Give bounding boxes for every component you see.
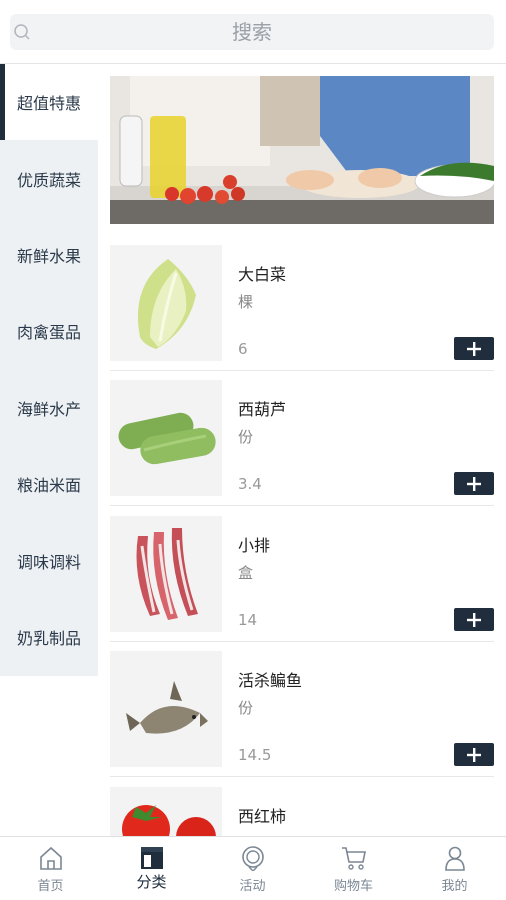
sidebar-item-label: 海鲜水产 [16, 400, 81, 419]
product-name: 小排 [238, 536, 271, 555]
tab-label: 分类 [136, 873, 167, 891]
plus-icon [467, 747, 481, 762]
product-name: 西葫芦 [238, 400, 287, 419]
product-unit: 份 [238, 699, 254, 717]
product-unit: 棵 [238, 293, 254, 311]
add-to-cart-button[interactable] [454, 608, 494, 631]
tab-cart[interactable]: 购物车 [303, 837, 404, 900]
sidebar-item-label: 优质蔬菜 [16, 171, 81, 190]
search-box[interactable] [10, 14, 494, 50]
sidebar-item-label: 调味调料 [16, 553, 81, 572]
sidebar-item-deals[interactable]: 超值特惠 [0, 64, 98, 140]
user-icon [445, 846, 465, 871]
home-icon [40, 846, 62, 870]
tab-profile[interactable]: 我的 [404, 837, 505, 900]
tab-category[interactable]: 分类 [101, 837, 202, 900]
plus-icon [467, 612, 481, 627]
product-name: 大白菜 [238, 265, 287, 284]
category-icon [141, 847, 163, 869]
product-name: 西红柿 [238, 807, 287, 826]
sidebar-item-seafood[interactable]: 海鲜水产 [0, 370, 98, 446]
product-price: 14.5 [238, 746, 272, 764]
sidebar-item-vegetables[interactable]: 优质蔬菜 [0, 141, 98, 217]
sidebar-item-meat-eggs[interactable]: 肉禽蛋品 [0, 293, 98, 369]
sidebar-item-label: 新鲜水果 [16, 247, 81, 266]
search-input[interactable] [10, 14, 494, 50]
bottom-tab-bar: 首页 分类 活动 购物车 我的 [0, 836, 506, 900]
product-price: 3.4 [238, 475, 262, 493]
cart-icon [342, 847, 366, 870]
product-item[interactable]: 小排 盒 14 [110, 516, 494, 642]
sidebar-item-fruits[interactable]: 新鲜水果 [0, 217, 98, 293]
kitchen-banner-image [110, 76, 494, 224]
tab-label: 购物车 [333, 879, 373, 894]
product-price: 14 [238, 611, 258, 629]
product-image [110, 380, 222, 496]
plus-icon [467, 476, 481, 491]
promo-banner[interactable] [110, 76, 494, 224]
product-unit: 份 [238, 428, 254, 446]
sidebar-item-label: 肉禽蛋品 [16, 323, 81, 342]
tab-label: 我的 [441, 879, 468, 894]
add-to-cart-button[interactable] [454, 337, 494, 360]
sidebar-item-dairy[interactable]: 奶乳制品 [0, 599, 98, 675]
sidebar-item-seasoning[interactable]: 调味调料 [0, 523, 98, 599]
plus-icon [467, 341, 481, 356]
product-image [110, 651, 222, 767]
add-to-cart-button[interactable] [454, 743, 494, 766]
tab-activity[interactable]: 活动 [202, 837, 303, 900]
product-item[interactable]: 西葫芦 份 3.4 [110, 380, 494, 506]
search-bar [0, 0, 506, 64]
tab-label: 活动 [239, 879, 266, 894]
product-item[interactable]: 大白菜 棵 6 [110, 245, 494, 371]
sidebar-item-grains-oil[interactable]: 粮油米面 [0, 446, 98, 522]
product-item[interactable]: 活杀鳊鱼 份 14.5 [110, 651, 494, 777]
product-price: 6 [238, 340, 248, 358]
product-name: 活杀鳊鱼 [238, 671, 303, 690]
tab-label: 首页 [37, 879, 64, 894]
add-to-cart-button[interactable] [454, 472, 494, 495]
tab-home[interactable]: 首页 [0, 837, 101, 900]
sidebar-item-label: 奶乳制品 [16, 629, 81, 648]
category-sidebar: 超值特惠 优质蔬菜 新鲜水果 肉禽蛋品 海鲜水产 粮油米面 调味调料 奶乳制品 [0, 64, 98, 676]
product-unit: 盒 [238, 564, 254, 582]
sidebar-item-label: 粮油米面 [16, 476, 81, 495]
product-image [110, 516, 222, 632]
sidebar-item-label: 超值特惠 [16, 94, 81, 113]
activity-icon [242, 846, 264, 871]
product-image [110, 245, 222, 361]
